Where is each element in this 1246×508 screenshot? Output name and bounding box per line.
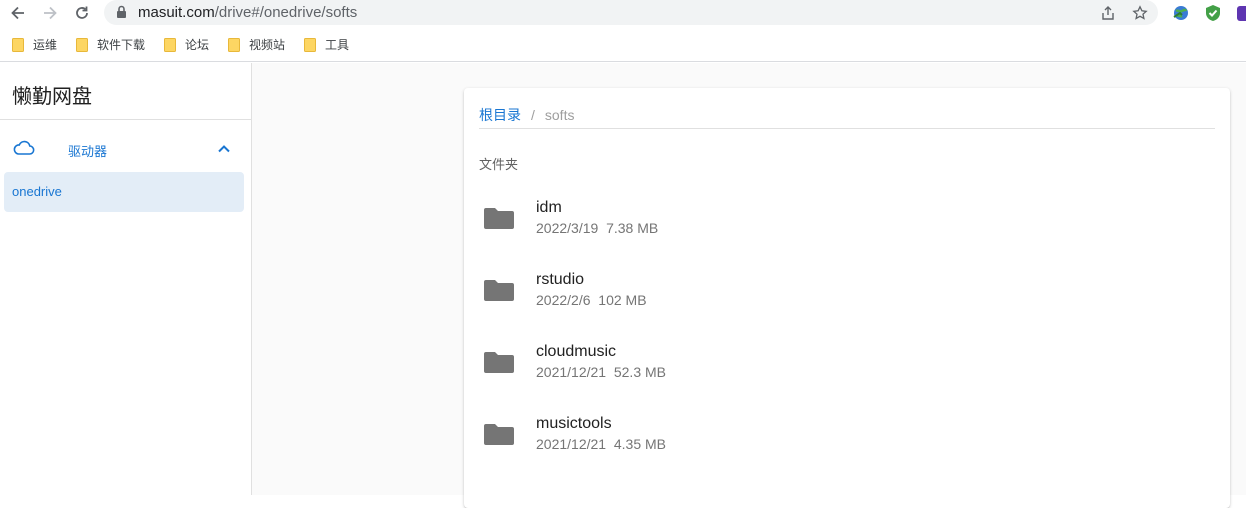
chevron-up-icon xyxy=(218,145,230,153)
back-button[interactable] xyxy=(6,1,30,25)
breadcrumb-root-link[interactable]: 根目录 xyxy=(479,107,521,123)
bookmark-item[interactable]: 视频站 xyxy=(228,36,285,53)
folder-bookmark-icon xyxy=(304,37,316,52)
bookmark-label: 运维 xyxy=(33,38,58,52)
folder-bookmark-icon xyxy=(76,37,88,52)
drive-group-header[interactable]: 驱动器 xyxy=(0,129,251,169)
bookmark-item[interactable]: 运维 xyxy=(12,36,57,53)
bookmark-label: 论坛 xyxy=(185,38,210,52)
folder-name: rstudio xyxy=(536,271,585,288)
shield-extension-icon xyxy=(1206,5,1220,21)
folder-icon xyxy=(484,352,514,373)
arrow-left-icon xyxy=(11,6,24,20)
folder-name: idm xyxy=(536,199,562,216)
drive-group-label: 驱动器 xyxy=(68,144,108,159)
share-button[interactable] xyxy=(1098,3,1118,23)
forward-button[interactable] xyxy=(38,1,62,25)
browser-toolbar: masuit.com/drive#/onedrive/softs xyxy=(0,0,1246,26)
folder-meta: 2022/3/19 7.38 MB xyxy=(536,220,658,236)
bookmark-item[interactable]: 工具 xyxy=(304,36,349,53)
bookmark-item[interactable]: 软件下载 xyxy=(76,36,145,53)
folder-meta: 2021/12/21 4.35 MB xyxy=(536,436,666,452)
file-browser-card: 根目录 / softs 文件夹 idm 2022/3/19 7.38 MB rstu… xyxy=(464,88,1230,508)
globe-extension-icon xyxy=(1173,6,1188,20)
breadcrumb-separator: / xyxy=(531,107,535,123)
folder-date: 2022/2/6 xyxy=(536,292,591,308)
extension-shield-button[interactable] xyxy=(1203,3,1223,23)
extension-icon xyxy=(1237,6,1246,21)
breadcrumb-current: softs xyxy=(544,107,575,123)
breadcrumb: 根目录 / softs xyxy=(479,105,574,125)
main-content: 根目录 / softs 文件夹 idm 2022/3/19 7.38 MB rstu… xyxy=(252,63,1246,508)
bookmark-item[interactable]: 论坛 xyxy=(164,36,209,53)
section-label: 文件夹 xyxy=(479,157,519,172)
reload-button[interactable] xyxy=(70,1,94,25)
address-bar[interactable]: masuit.com/drive#/onedrive/softs xyxy=(104,0,1158,25)
folder-meta: 2022/2/6 102 MB xyxy=(536,292,647,308)
folder-row[interactable]: cloudmusic 2021/12/21 52.3 MB xyxy=(464,329,1230,401)
folder-bookmark-icon xyxy=(228,37,240,52)
folder-date: 2021/12/21 xyxy=(536,436,607,452)
bookmark-label: 工具 xyxy=(325,38,350,52)
sidebar-item-label: onedrive xyxy=(12,184,62,199)
folder-bookmark-icon xyxy=(12,37,24,52)
folder-icon xyxy=(484,424,514,445)
folder-date: 2021/12/21 xyxy=(536,364,607,380)
folder-row[interactable]: musictools 2021/12/21 4.35 MB xyxy=(464,401,1230,473)
folder-bookmark-icon xyxy=(164,37,176,52)
folder-size: 7.38 MB xyxy=(606,220,659,236)
url-path: /drive#/onedrive/softs xyxy=(214,4,358,21)
folder-size: 102 MB xyxy=(598,292,647,308)
folder-icon xyxy=(484,280,514,301)
folder-name: musictools xyxy=(536,415,612,432)
star-icon xyxy=(1132,5,1148,20)
folder-name: cloudmusic xyxy=(536,343,617,360)
share-icon xyxy=(1102,6,1114,20)
sidebar: 懒勤网盘 驱动器 onedrive xyxy=(0,63,252,495)
sidebar-divider xyxy=(0,119,251,120)
bookmark-label: 视频站 xyxy=(249,38,286,52)
bookmark-star-button[interactable] xyxy=(1130,3,1150,23)
reload-icon xyxy=(76,6,88,19)
url-text: masuit.com/drive#/onedrive/softs xyxy=(138,4,357,21)
extension-partial-button[interactable] xyxy=(1236,3,1246,23)
folder-size: 52.3 MB xyxy=(613,364,666,380)
extension-globe-button[interactable] xyxy=(1171,3,1191,23)
url-host: masuit.com xyxy=(138,4,215,21)
bookmarks-bar: 运维 软件下载 论坛 视频站 工具 xyxy=(0,26,1246,62)
folder-meta: 2021/12/21 52.3 MB xyxy=(536,364,666,380)
folder-row[interactable]: rstudio 2022/2/6 102 MB xyxy=(464,257,1230,329)
folder-size: 4.35 MB xyxy=(613,436,666,452)
card-divider xyxy=(479,128,1215,129)
folder-row[interactable]: idm 2022/3/19 7.38 MB xyxy=(464,185,1230,257)
cloud-icon xyxy=(13,140,35,155)
folder-icon xyxy=(484,208,514,229)
arrow-right-icon xyxy=(44,6,57,20)
app-title: 懒勤网盘 xyxy=(12,86,92,108)
lock-icon xyxy=(117,5,126,18)
sidebar-item-onedrive[interactable]: onedrive xyxy=(4,172,244,212)
folder-date: 2022/3/19 xyxy=(536,220,599,236)
bookmark-label: 软件下载 xyxy=(97,38,146,52)
